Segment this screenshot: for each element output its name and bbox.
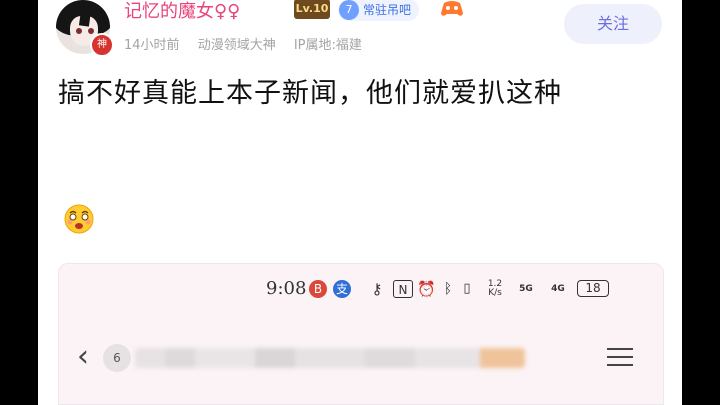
tab-count[interactable]: 6 bbox=[103, 344, 131, 372]
author-title: 动漫领域大神 bbox=[197, 38, 276, 53]
game-controller-icon bbox=[441, 1, 463, 16]
fan-badge[interactable]: 7 常驻吊吧 bbox=[338, 0, 420, 21]
phone-status-bar: 9:08 B 支 ⚷ N ⏰ ᛒ ▯ 1.2 K/s 5G 4G 18 bbox=[59, 278, 663, 302]
notification-icon: B bbox=[309, 280, 327, 298]
god-badge-icon: 神 bbox=[90, 33, 114, 57]
fan-label: 常驻吊吧 bbox=[363, 3, 412, 17]
post-card: 神 记忆的魔女♀♀ Lv.10 7 常驻吊吧 14小时前 动漫领域大神 IP属地:… bbox=[38, 0, 682, 405]
level-badge: Lv.10 bbox=[294, 0, 330, 19]
alarm-icon: ⏰ bbox=[417, 280, 436, 298]
avatar-eye-left bbox=[76, 28, 82, 34]
follow-button[interactable]: 关注 bbox=[564, 4, 662, 44]
author-name[interactable]: 记忆的魔女♀♀ bbox=[124, 0, 240, 23]
embedded-screenshot[interactable]: 9:08 B 支 ⚷ N ⏰ ᛒ ▯ 1.2 K/s 5G 4G 18 ‹ 6 bbox=[58, 263, 664, 405]
nfc-icon: N bbox=[393, 280, 413, 298]
vibrate-icon: ▯ bbox=[463, 281, 471, 296]
post-time: 14小时前 bbox=[124, 38, 180, 53]
bluetooth-icon: ᛒ bbox=[443, 281, 453, 297]
url-field-blurred[interactable] bbox=[135, 348, 525, 368]
back-arrow-icon[interactable]: ‹ bbox=[77, 340, 89, 374]
post-meta: 14小时前 动漫领域大神 IP属地:福建 bbox=[124, 34, 376, 53]
app-icon: 支 bbox=[333, 280, 351, 298]
fan-level: 7 bbox=[339, 0, 359, 20]
signal-4g-icon: 4G bbox=[551, 284, 565, 294]
astonished-emoji-icon bbox=[64, 204, 94, 234]
status-time: 9:08 bbox=[266, 278, 307, 299]
browser-bar: ‹ 6 bbox=[59, 340, 663, 376]
ip-location: IP属地:福建 bbox=[293, 38, 362, 53]
key-icon: ⚷ bbox=[371, 280, 383, 298]
signal-5g-icon: 5G bbox=[519, 284, 533, 294]
battery-icon: 18 bbox=[577, 280, 609, 297]
net-speed: 1.2 K/s bbox=[487, 279, 503, 298]
menu-icon[interactable] bbox=[607, 344, 633, 368]
post-content: 搞不好真能上本子新闻，他们就爱扒这种 bbox=[58, 78, 562, 109]
avatar-eye-right bbox=[88, 28, 94, 34]
